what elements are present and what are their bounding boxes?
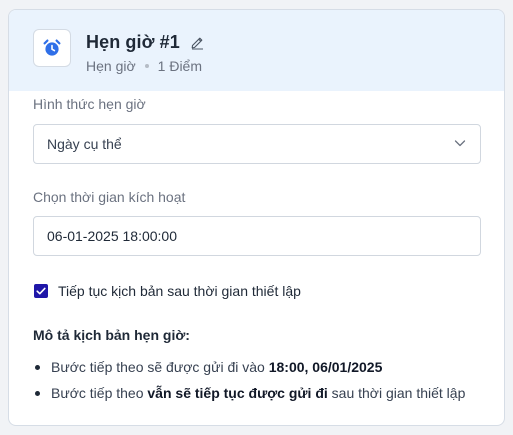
continue-checkbox-label: Tiếp tục kịch bản sau thời gian thiết lậ…	[58, 283, 301, 299]
description-title: Mô tả kịch bản hẹn giờ:	[33, 327, 190, 343]
bullet-dot	[35, 364, 40, 370]
card-header: Hẹn giờ #1 Hẹn giờ 1 Điểm	[9, 10, 504, 91]
list-item: Bước tiếp theo vẫn sẽ tiếp tục được gửi …	[33, 380, 465, 406]
type-label: Hẹn giờ	[86, 58, 136, 74]
page-title: Hẹn giờ #1	[86, 31, 180, 52]
title-row: Hẹn giờ #1	[86, 30, 205, 54]
timer-card: Hẹn giờ #1 Hẹn giờ 1 Điểm Hình thức hẹn …	[8, 9, 505, 426]
alarm-clock-icon	[33, 29, 71, 67]
separator-dot	[144, 64, 149, 68]
trigger-time-label: Chọn thời gian kích hoạt	[33, 189, 186, 205]
checkmark-icon	[36, 287, 46, 295]
list-item-text: Bước tiếp theo sẽ được gửi đi vào 18:00,…	[51, 359, 383, 375]
bullet-dot	[35, 390, 40, 396]
subtitle-row: Hẹn giờ 1 Điểm	[86, 58, 202, 74]
schedule-type-label: Hình thức hẹn giờ	[33, 96, 146, 112]
trigger-time-input[interactable]	[47, 228, 467, 244]
points-label: 1 Điểm	[157, 58, 203, 74]
list-item: Bước tiếp theo sẽ được gửi đi vào 18:00,…	[33, 354, 465, 380]
pencil-icon[interactable]	[190, 35, 205, 50]
schedule-type-select[interactable]: Ngày cụ thể	[33, 124, 481, 164]
chevron-down-icon	[453, 136, 467, 153]
continue-checkbox[interactable]	[34, 284, 48, 298]
description-list: Bước tiếp theo sẽ được gửi đi vào 18:00,…	[33, 354, 465, 406]
list-item-text: Bước tiếp theo vẫn sẽ tiếp tục được gửi …	[51, 385, 466, 401]
continue-checkbox-row[interactable]: Tiếp tục kịch bản sau thời gian thiết lậ…	[34, 283, 301, 299]
trigger-time-field[interactable]	[33, 216, 481, 256]
schedule-type-value: Ngày cụ thể	[47, 136, 122, 152]
